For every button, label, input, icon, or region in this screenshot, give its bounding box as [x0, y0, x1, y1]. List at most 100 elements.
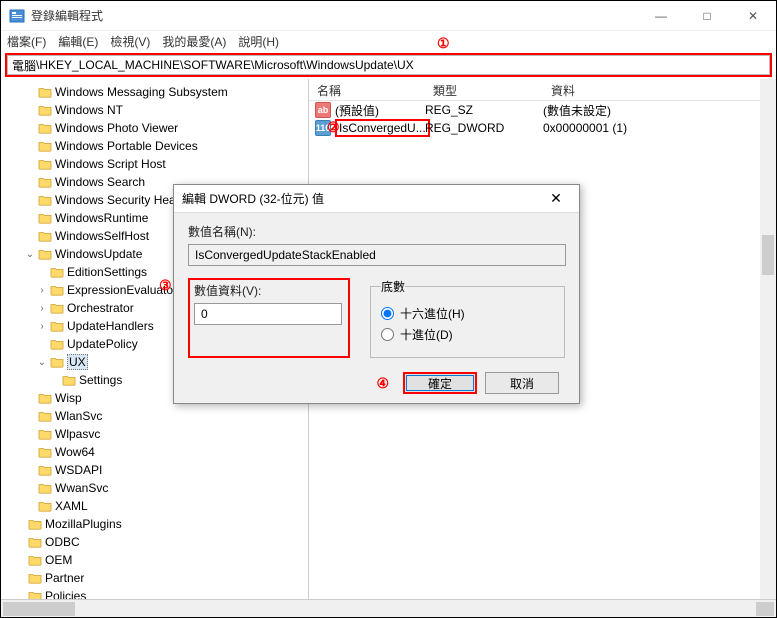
- value-name: (預設值): [335, 102, 379, 119]
- folder-icon: [37, 103, 53, 117]
- tree-item[interactable]: Wow64: [1, 443, 308, 461]
- list-hscroll-thumb[interactable]: [756, 602, 774, 616]
- value-name-field[interactable]: IsConvergedUpdateStackEnabled: [188, 244, 566, 266]
- tree-item[interactable]: OEM: [1, 551, 308, 569]
- maximize-button[interactable]: □: [684, 1, 730, 31]
- tree-item-label: XAML: [55, 499, 88, 513]
- tree-item[interactable]: Windows NT: [1, 101, 308, 119]
- radio-dec[interactable]: 十進位(D): [381, 326, 554, 343]
- folder-icon: [37, 211, 53, 225]
- folder-icon: [27, 517, 43, 531]
- folder-icon: [49, 337, 65, 351]
- tree-item-label: Wlpasvc: [55, 427, 100, 441]
- callout-1: ①: [437, 35, 450, 52]
- col-name[interactable]: 名稱: [309, 79, 425, 100]
- value-type: REG_SZ: [425, 103, 543, 117]
- tree-item[interactable]: Partner: [1, 569, 308, 587]
- col-type[interactable]: 類型: [425, 79, 543, 100]
- folder-icon: [37, 427, 53, 441]
- tree-item-label: UpdatePolicy: [67, 337, 138, 351]
- folder-icon: [27, 589, 43, 599]
- tree-item-label: WindowsRuntime: [55, 211, 148, 225]
- folder-icon: [27, 553, 43, 567]
- menu-view[interactable]: 檢視(V): [110, 33, 150, 50]
- menu-edit[interactable]: 編輯(E): [58, 33, 98, 50]
- value-name: IsConvergedU...: [335, 119, 430, 137]
- radio-dec-label: 十進位(D): [400, 326, 453, 343]
- tree-item[interactable]: Wlpasvc: [1, 425, 308, 443]
- callout-3: ③: [159, 277, 172, 294]
- tree-item-label: WindowsSelfHost: [55, 229, 149, 243]
- address-bar[interactable]: 電腦: [7, 55, 770, 75]
- list-row[interactable]: 110IsConvergedU...REG_DWORD0x00000001 (1…: [309, 119, 776, 137]
- tree-item[interactable]: ODBC: [1, 533, 308, 551]
- folder-icon: [61, 373, 77, 387]
- tree-item-label: Wisp: [55, 391, 82, 405]
- statusbar: [1, 599, 776, 617]
- folder-icon: [49, 265, 65, 279]
- tree-item-label: EditionSettings: [67, 265, 147, 279]
- folder-icon: [49, 355, 65, 369]
- col-data[interactable]: 資料: [543, 79, 776, 100]
- value-data: (數值未設定): [543, 102, 776, 119]
- tree-item[interactable]: WSDAPI: [1, 461, 308, 479]
- menubar: 檔案(F) 編輯(E) 檢視(V) 我的最愛(A) 說明(H): [1, 31, 776, 51]
- tree-item-label: UX: [67, 354, 88, 370]
- menu-file[interactable]: 檔案(F): [7, 33, 46, 50]
- address-bar-highlight: 電腦: [5, 53, 772, 77]
- value-data-highlight: 數值資料(V): 0: [188, 278, 350, 358]
- tree-item[interactable]: MozillaPlugins: [1, 515, 308, 533]
- folder-icon: [37, 499, 53, 513]
- tree-item-label: Windows Photo Viewer: [55, 121, 178, 135]
- list-row[interactable]: ab(預設值)REG_SZ(數值未設定): [309, 101, 776, 119]
- close-button[interactable]: ✕: [730, 1, 776, 31]
- titlebar: 登錄編輯程式 — □ ✕: [1, 1, 776, 31]
- tree-item[interactable]: Windows Photo Viewer: [1, 119, 308, 137]
- expand-icon[interactable]: ⌄: [35, 357, 49, 368]
- tree-item-label: UpdateHandlers: [67, 319, 154, 333]
- tree-item-label: WlanSvc: [55, 409, 102, 423]
- tree-item-label: Orchestrator: [67, 301, 134, 315]
- menu-help[interactable]: 說明(H): [238, 33, 279, 50]
- minimize-button[interactable]: —: [638, 1, 684, 31]
- tree-item-label: Windows Security Heal: [55, 193, 178, 207]
- dialog-titlebar: 編輯 DWORD (32-位元) 值 ✕: [174, 185, 579, 213]
- address-input[interactable]: [36, 58, 765, 72]
- ok-button[interactable]: 確定: [403, 372, 477, 394]
- tree-item-label: WwanSvc: [55, 481, 108, 495]
- folder-icon: [37, 445, 53, 459]
- folder-icon: [37, 391, 53, 405]
- radio-hex-input[interactable]: [381, 307, 394, 320]
- folder-icon: [37, 175, 53, 189]
- folder-icon: [49, 319, 65, 333]
- folder-icon: [37, 193, 53, 207]
- radio-hex[interactable]: 十六進位(H): [381, 305, 554, 322]
- folder-icon: [37, 463, 53, 477]
- tree-hscroll-thumb[interactable]: [3, 602, 75, 616]
- folder-icon: [49, 283, 65, 297]
- expand-icon[interactable]: ›: [35, 285, 49, 296]
- cancel-button[interactable]: 取消: [485, 372, 559, 394]
- tree-item[interactable]: Windows Script Host: [1, 155, 308, 173]
- tree-item[interactable]: WlanSvc: [1, 407, 308, 425]
- tree-item[interactable]: Policies: [1, 587, 308, 599]
- dialog-close-button[interactable]: ✕: [541, 190, 571, 207]
- folder-icon: [27, 571, 43, 585]
- list-scrollbar[interactable]: [760, 79, 776, 599]
- expand-icon[interactable]: ⌄: [23, 249, 37, 260]
- tree-item[interactable]: WwanSvc: [1, 479, 308, 497]
- expand-icon[interactable]: ›: [35, 303, 49, 314]
- folder-icon: [37, 85, 53, 99]
- folder-icon: [37, 481, 53, 495]
- radio-dec-input[interactable]: [381, 328, 394, 341]
- value-data: 0x00000001 (1): [543, 121, 776, 135]
- folder-icon: [27, 535, 43, 549]
- menu-favorites[interactable]: 我的最愛(A): [162, 33, 226, 50]
- tree-item[interactable]: Windows Messaging Subsystem: [1, 83, 308, 101]
- value-name-label: 數值名稱(N):: [188, 223, 565, 240]
- folder-icon: [37, 409, 53, 423]
- tree-item[interactable]: Windows Portable Devices: [1, 137, 308, 155]
- tree-item[interactable]: XAML: [1, 497, 308, 515]
- value-data-field[interactable]: 0: [194, 303, 342, 325]
- expand-icon[interactable]: ›: [35, 321, 49, 332]
